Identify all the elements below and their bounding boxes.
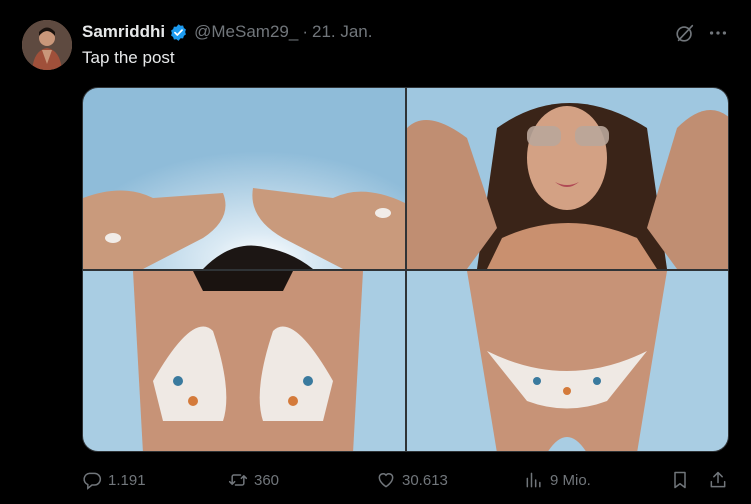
views-count: 9 Mio. (550, 471, 591, 489)
verified-badge-icon[interactable] (169, 23, 188, 42)
reply-icon (83, 472, 102, 490)
author-handle[interactable]: @MeSam29_ (194, 22, 298, 42)
bookmark-button[interactable] (670, 466, 690, 494)
repost-count: 360 (254, 471, 280, 489)
photo-butterfly-bikini-bottom-icon[interactable] (407, 271, 728, 451)
photo-hands-sky-icon[interactable] (83, 88, 405, 269)
repost-icon (228, 474, 248, 486)
bookmark-icon (674, 471, 686, 489)
share-icon (710, 471, 726, 488)
grok-icon[interactable] (674, 22, 696, 44)
avatar-image (22, 20, 72, 70)
reply-button[interactable]: 1.191 (82, 466, 146, 494)
repost-button[interactable]: 360 (228, 466, 279, 494)
views-button[interactable]: 9 Mio. (524, 466, 591, 494)
action-bar: 1.191 360 30.613 9 Mio. (0, 466, 751, 494)
photo-butterfly-bikini-top-icon[interactable] (83, 271, 405, 451)
post-date[interactable]: 21. Jan. (312, 22, 373, 42)
more-options-icon[interactable] (707, 22, 729, 44)
author-name[interactable]: Samriddhi (82, 22, 165, 42)
heart-icon (378, 473, 394, 488)
tweet-header: Samriddhi @MeSam29_ · 21. Jan. (82, 21, 373, 43)
separator-dot: · (302, 22, 308, 41)
views-chart-icon (526, 472, 541, 488)
media-grid[interactable] (82, 87, 729, 452)
share-button[interactable] (708, 466, 728, 494)
photo-woman-sunglasses-icon[interactable] (407, 88, 728, 269)
reply-count: 1.191 (108, 471, 146, 489)
like-count: 30.613 (402, 471, 448, 489)
avatar[interactable] (22, 20, 72, 70)
tweet[interactable]: Samriddhi @MeSam29_ · 21. Jan. Tap the p… (0, 0, 751, 504)
like-button[interactable]: 30.613 (376, 466, 448, 494)
post-text: Tap the post (82, 48, 175, 67)
